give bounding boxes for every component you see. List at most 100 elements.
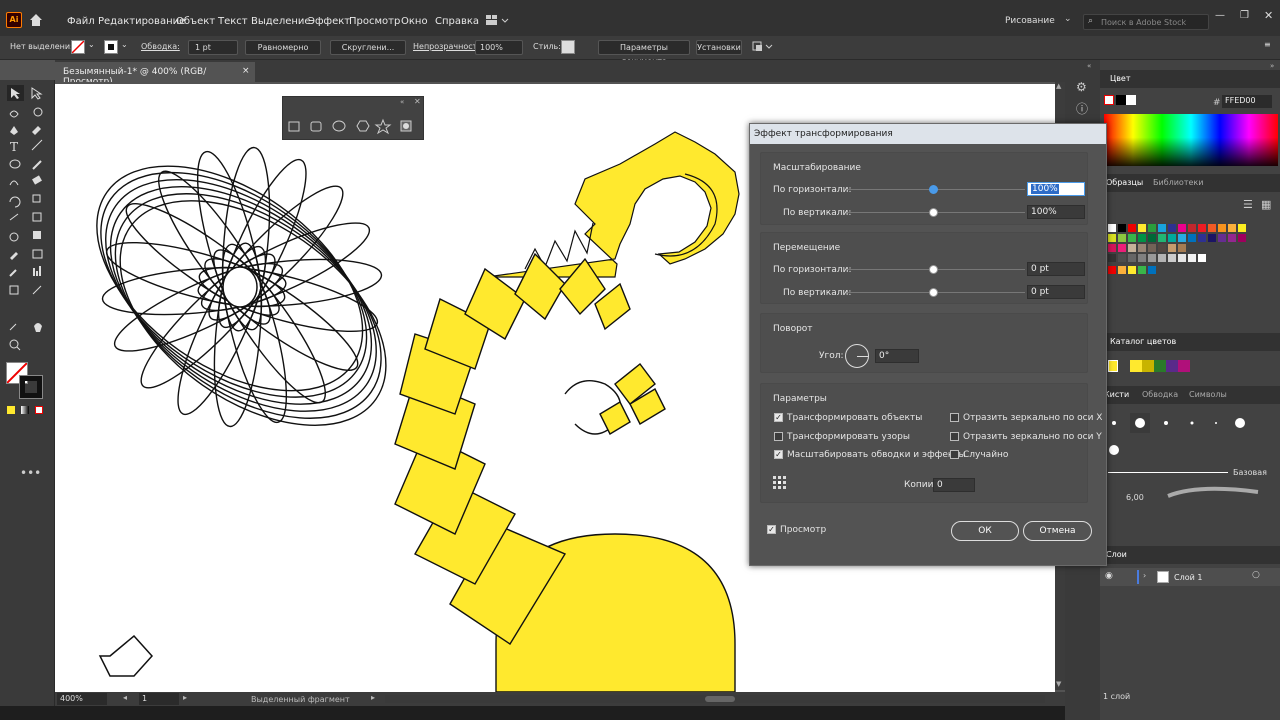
workspace-switcher[interactable]: Рисование	[1005, 16, 1055, 26]
menu-select[interactable]: Выделение	[251, 16, 311, 27]
arrange-icon[interactable]	[752, 41, 774, 53]
prev-artboard-icon[interactable]: ◂	[123, 693, 127, 702]
scale-strokes-checkbox[interactable]: ✓	[774, 450, 783, 459]
home-icon[interactable]	[28, 13, 44, 27]
arrange-documents-icon[interactable]	[486, 15, 510, 26]
panel-menu-icon[interactable]: ≡	[1264, 40, 1271, 49]
maximize-button[interactable]: ❐	[1240, 10, 1249, 21]
preferences-button[interactable]: Установки	[696, 40, 742, 55]
zoom-field[interactable]: 400%	[57, 693, 107, 705]
document-tab[interactable]: Безымянный-1* @ 400% (RGB/Просмотр) ×	[55, 62, 255, 87]
move-h-input[interactable]: 0 pt	[1027, 262, 1085, 276]
artboard-number-field[interactable]: 1	[139, 693, 179, 705]
collapse-panels-icon[interactable]: »	[1270, 62, 1274, 70]
transform-objects-checkbox[interactable]: ✓	[774, 413, 783, 422]
preview-checkbox[interactable]: ✓	[767, 525, 776, 534]
expand-layer-icon[interactable]: ›	[1143, 571, 1146, 580]
move-h-knob[interactable]	[929, 265, 938, 274]
stroke-weight-field[interactable]: 1 pt	[188, 40, 238, 55]
menu-view[interactable]: Просмотр	[349, 16, 400, 27]
menu-type[interactable]: Текст	[218, 16, 248, 27]
scale-v-knob[interactable]	[929, 208, 938, 217]
properties-icon[interactable]: ⚙	[1076, 80, 1087, 94]
random-checkbox[interactable]	[950, 450, 959, 459]
brush-stroke-preview[interactable]	[1166, 486, 1266, 502]
more-tools-icon[interactable]: •••	[20, 466, 41, 480]
hex-label: #	[1213, 98, 1221, 108]
color-panel-title[interactable]: Цвет	[1110, 74, 1131, 83]
document-setup-button[interactable]: Параметры документа	[598, 40, 690, 66]
eye-icon[interactable]: ◉	[1105, 571, 1113, 581]
layer-target-icon[interactable]: ○	[1252, 570, 1260, 580]
libraries-tab[interactable]: Библиотеки	[1153, 178, 1203, 187]
reference-point-icon[interactable]	[773, 476, 787, 490]
chevron-down-icon[interactable]: ⌄	[88, 40, 95, 49]
stroke-swatch[interactable]	[104, 40, 118, 54]
menu-file[interactable]: Файл	[67, 16, 95, 27]
info-icon[interactable]: ⓘ	[1076, 100, 1088, 117]
stroke-color-box[interactable]	[19, 375, 43, 399]
close-tab-icon[interactable]: ×	[242, 66, 250, 76]
opacity-label[interactable]: Непрозрачность:	[413, 42, 485, 51]
color-spectrum[interactable]	[1104, 114, 1278, 166]
move-v-knob[interactable]	[929, 288, 938, 297]
ok-button[interactable]: ОК	[951, 521, 1019, 541]
grid-view-icon[interactable]: ▦	[1261, 198, 1271, 211]
scroll-down-icon[interactable]: ▼	[1056, 680, 1061, 688]
list-view-icon[interactable]: ☰	[1243, 198, 1253, 211]
menu-object[interactable]: Объект	[176, 16, 215, 27]
hex-field[interactable]: FFED00	[1222, 95, 1272, 108]
menu-window[interactable]: Окно	[401, 16, 428, 27]
transform-patterns-checkbox[interactable]	[774, 432, 783, 441]
stroke-profile-select[interactable]: Равномерно	[245, 40, 321, 55]
color-guide-strip[interactable]	[1108, 360, 1218, 372]
scale-v-input[interactable]: 100%	[1027, 205, 1085, 219]
shape-tool-icons[interactable]	[283, 111, 423, 141]
brushes-tab[interactable]: Кисти	[1104, 390, 1129, 399]
swatch-grid[interactable]	[1108, 224, 1268, 290]
collapse-panels-icon[interactable]: «	[1087, 62, 1091, 70]
cancel-button[interactable]: Отмена	[1023, 521, 1092, 541]
reflect-x-checkbox[interactable]	[950, 413, 959, 422]
angle-input[interactable]: 0°	[875, 349, 919, 363]
swatch-cells[interactable]	[1108, 224, 1268, 290]
chevron-down-icon[interactable]: ⌄	[121, 40, 128, 49]
layer-name[interactable]: Слой 1	[1174, 573, 1202, 582]
menu-help[interactable]: Справка	[435, 16, 479, 27]
scale-h-knob[interactable]	[929, 185, 938, 194]
layers-tab[interactable]: Слои	[1106, 550, 1127, 559]
close-panel-icon[interactable]: ✕	[414, 97, 421, 106]
scroll-thumb[interactable]	[705, 696, 735, 702]
swatches-tab[interactable]: Образцы	[1106, 178, 1143, 187]
horizontal-scrollbar[interactable]	[385, 695, 1045, 703]
scale-h-input[interactable]: 100%	[1027, 182, 1085, 196]
layer-row[interactable]: ◉ › Слой 1 ○	[1100, 568, 1280, 586]
minimize-button[interactable]: —	[1215, 10, 1225, 21]
menu-effect[interactable]: Эффект	[308, 16, 350, 27]
style-swatch[interactable]	[561, 40, 575, 54]
stock-search-input[interactable]: ⌕ Поиск в Adobe Stock	[1083, 14, 1209, 30]
dialog-title-bar[interactable]: Эффект трансформирования	[750, 124, 1106, 144]
brush-base-line[interactable]	[1108, 472, 1228, 473]
copies-input[interactable]: 0	[933, 478, 975, 492]
stroke-tab[interactable]: Обводка	[1142, 390, 1178, 399]
move-v-input[interactable]: 0 pt	[1027, 285, 1085, 299]
angle-dial[interactable]	[845, 344, 869, 368]
close-window-button[interactable]: ✕	[1264, 9, 1273, 22]
symbols-tab[interactable]: Символы	[1189, 390, 1227, 399]
collapse-panel-icon[interactable]: «	[400, 98, 404, 106]
stroke-label[interactable]: Обводка:	[141, 42, 180, 51]
tool-icons[interactable]: T	[0, 80, 55, 480]
brush-tips[interactable]	[1106, 410, 1276, 470]
fill-stroke-mini[interactable]	[1104, 95, 1136, 107]
fill-swatch[interactable]	[71, 40, 85, 54]
scroll-up-icon[interactable]: ▲	[1056, 82, 1061, 90]
brush-definition-select[interactable]: Скруглени...	[330, 40, 406, 55]
next-artboard-icon[interactable]: ▸	[183, 693, 187, 702]
reflect-y-checkbox[interactable]	[950, 432, 959, 441]
color-guide-title[interactable]: Каталог цветов	[1110, 337, 1176, 346]
menu-edit[interactable]: Редактирование	[98, 16, 185, 27]
status-menu-icon[interactable]: ▸	[371, 693, 375, 702]
color-mode-buttons[interactable]	[7, 406, 47, 416]
opacity-field[interactable]: 100%	[475, 40, 523, 55]
